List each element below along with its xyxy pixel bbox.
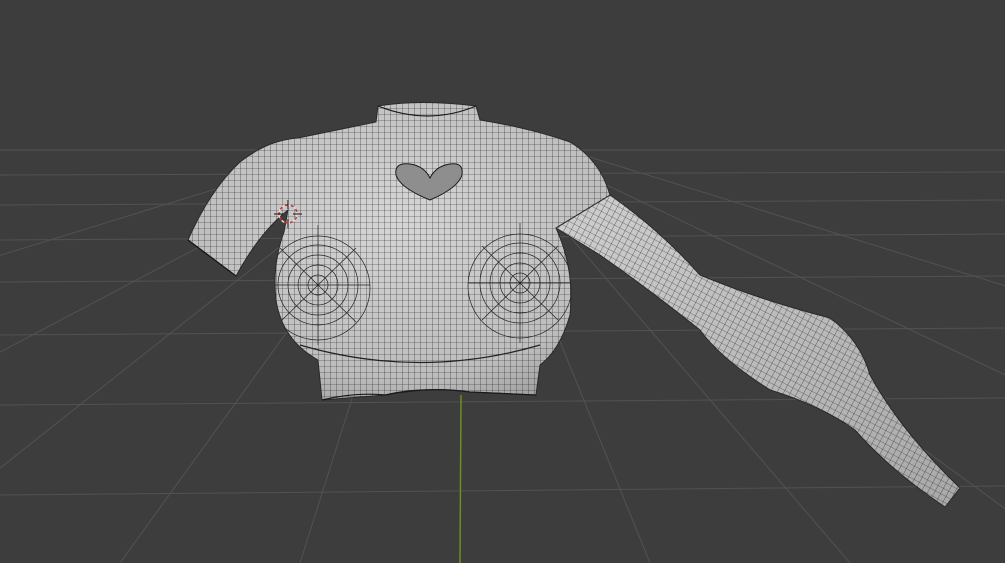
- torso-mesh[interactable]: [180, 95, 620, 405]
- y-axis-line: [459, 394, 462, 563]
- viewport-canvas[interactable]: [0, 0, 1005, 563]
- 3d-viewport[interactable]: [0, 0, 1005, 563]
- sleeve-arm-mesh[interactable]: [540, 180, 980, 520]
